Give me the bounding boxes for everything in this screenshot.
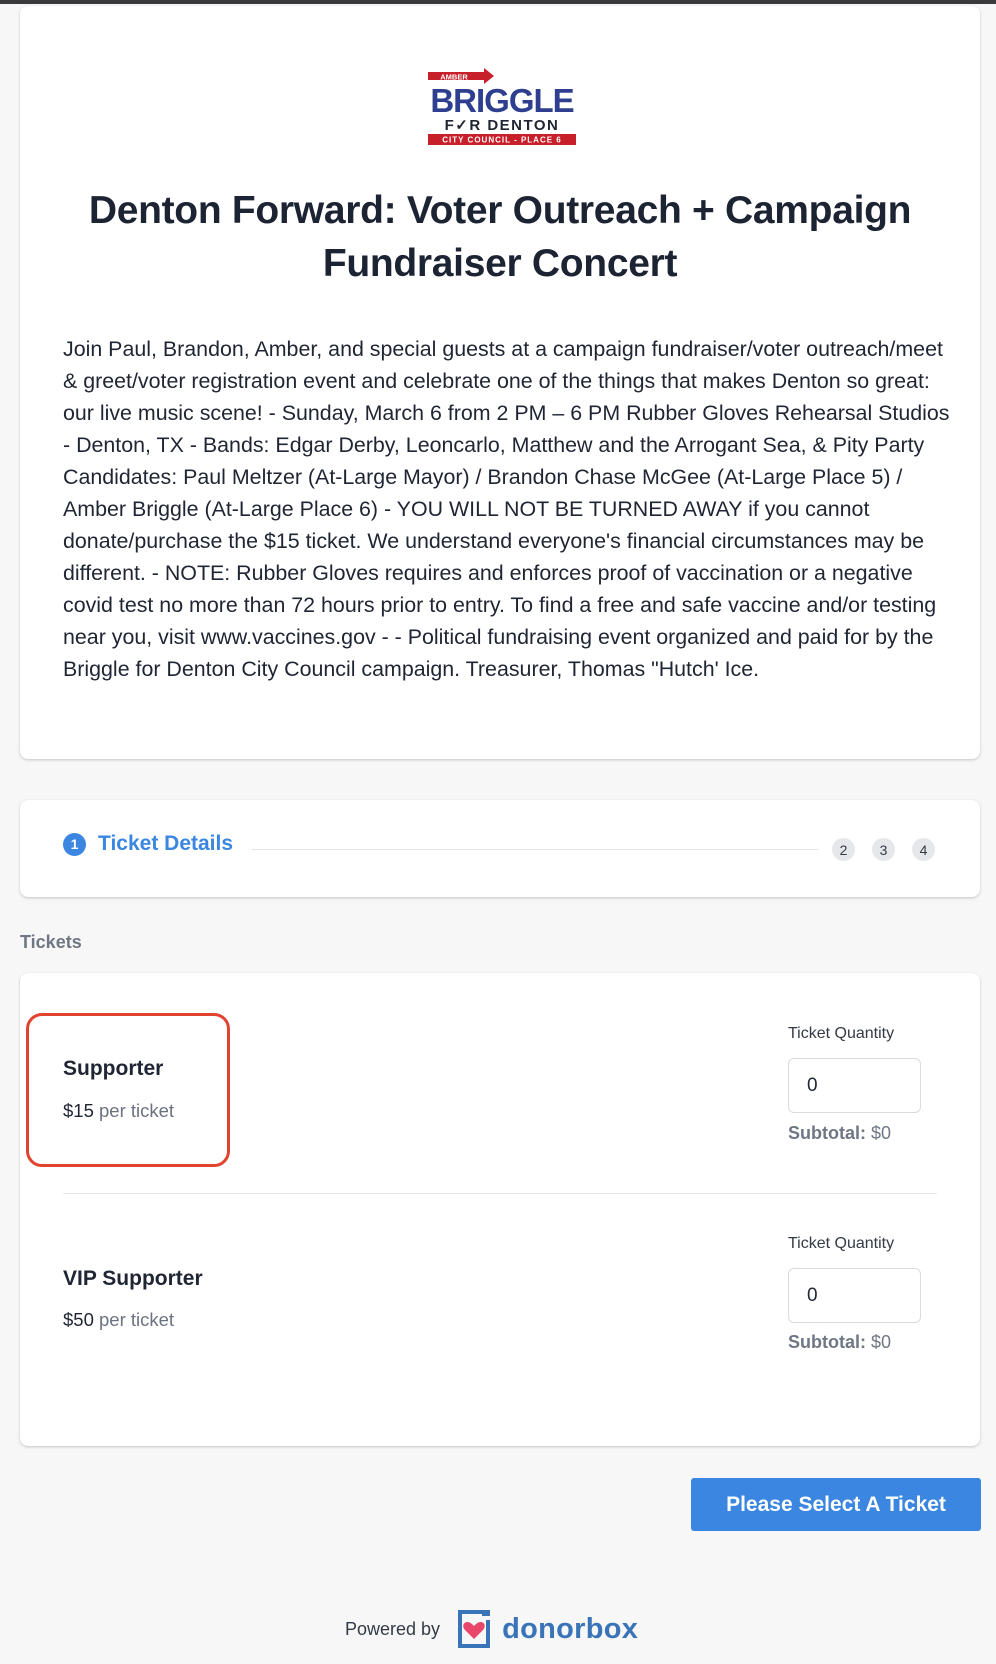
- price-amount: $15: [63, 1100, 94, 1121]
- step-3[interactable]: 3: [872, 838, 895, 861]
- event-card: AMBER BRIGGLE F✓R DENTON CITY COUNCIL - …: [20, 6, 980, 759]
- step-number-active: 1: [63, 832, 86, 856]
- subtotal-label: Subtotal:: [788, 1123, 866, 1143]
- step-2[interactable]: 2: [832, 838, 855, 861]
- select-ticket-button[interactable]: Please Select A Ticket: [691, 1478, 981, 1531]
- price-unit: per ticket: [99, 1100, 175, 1121]
- step-label-active: Ticket Details: [98, 832, 234, 855]
- qty-input-supporter[interactable]: [788, 1058, 921, 1113]
- step-ticket-details[interactable]: 1 Ticket Details: [63, 832, 233, 856]
- svg-text:F✓R DENTON: F✓R DENTON: [445, 117, 560, 134]
- donorbox-heart-icon: [452, 1606, 496, 1652]
- svg-text:CITY COUNCIL - PLACE 6: CITY COUNCIL - PLACE 6: [442, 136, 562, 145]
- powered-by-donorbox[interactable]: Powered by donorbox: [345, 1606, 638, 1652]
- svg-text:AMBER: AMBER: [440, 73, 468, 82]
- step-4[interactable]: 4: [912, 838, 935, 861]
- svg-text:BRIGGLE: BRIGGLE: [430, 82, 573, 119]
- event-description: Join Paul, Brandon, Amber, and special g…: [63, 337, 950, 681]
- highlight-box: [26, 1013, 230, 1167]
- tickets-section-label: Tickets: [20, 932, 82, 952]
- subtotal-value: $0: [871, 1332, 892, 1352]
- ticket-price-vip: $50 per ticket: [63, 1309, 174, 1331]
- donorbox-wordmark: donorbox: [502, 1612, 639, 1645]
- qty-label-vip: Ticket Quantity: [788, 1235, 895, 1252]
- ticket-price-supporter: $15 per ticket: [63, 1100, 174, 1122]
- powered-by-text: Powered by: [345, 1618, 441, 1639]
- top-bar: [0, 0, 996, 4]
- price-amount: $50: [63, 1309, 94, 1330]
- campaign-logo: AMBER BRIGGLE F✓R DENTON CITY COUNCIL - …: [426, 68, 578, 152]
- subtotal-label: Subtotal:: [788, 1332, 866, 1352]
- ticket-divider: [63, 1193, 937, 1194]
- stepper: 1 Ticket Details 2 3 4: [20, 800, 980, 897]
- step-connector: [252, 849, 818, 850]
- ticket-name-supporter: Supporter: [63, 1057, 164, 1080]
- subtotal-supporter: Subtotal: $0: [788, 1123, 891, 1144]
- qty-label-supporter: Ticket Quantity: [788, 1025, 895, 1042]
- subtotal-vip: Subtotal: $0: [788, 1332, 891, 1353]
- tickets-card: Supporter $15 per ticket Ticket Quantity…: [20, 973, 980, 1446]
- ticket-name-vip: VIP Supporter: [63, 1267, 203, 1290]
- subtotal-value: $0: [871, 1123, 892, 1143]
- price-unit: per ticket: [99, 1309, 175, 1330]
- event-title: Denton Forward: Voter Outreach + Campaig…: [88, 189, 912, 285]
- qty-input-vip[interactable]: [788, 1268, 921, 1323]
